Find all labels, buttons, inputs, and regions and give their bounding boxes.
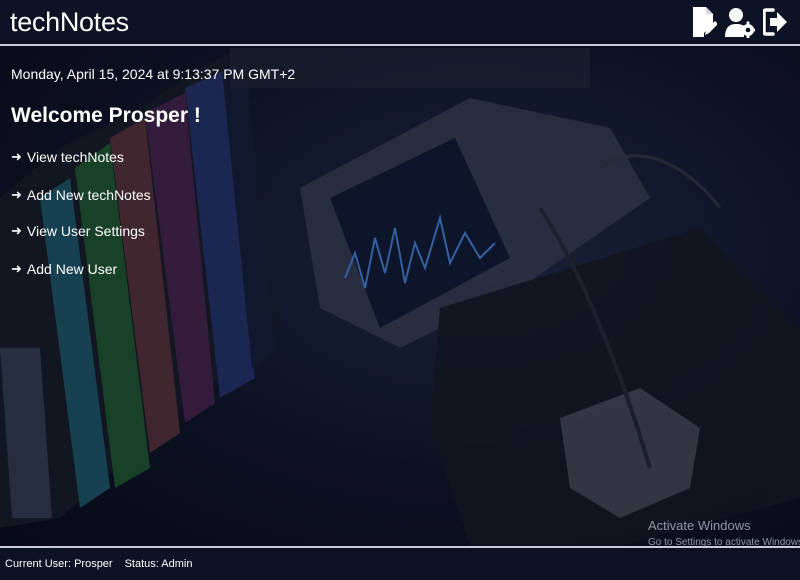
arrow-right-icon: ➜ bbox=[11, 149, 22, 164]
activate-windows-watermark: Activate Windows Go to Settings to activ… bbox=[648, 518, 800, 546]
arrow-right-icon: ➜ bbox=[11, 261, 22, 276]
new-note-icon bbox=[693, 7, 717, 37]
watermark-subtitle: Go to Settings to activate Windows. bbox=[648, 537, 800, 546]
user-settings-icon bbox=[725, 8, 755, 38]
new-note-button[interactable] bbox=[688, 4, 720, 40]
logout-button[interactable] bbox=[760, 4, 792, 40]
add-note-link[interactable]: ➜ Add New techNotes bbox=[11, 187, 311, 203]
arrow-right-icon: ➜ bbox=[11, 187, 22, 202]
current-datetime: Monday, April 15, 2024 at 9:13:37 PM GMT… bbox=[11, 66, 296, 82]
user-status-label: Status: Admin bbox=[124, 558, 193, 570]
app-header: techNotes bbox=[0, 0, 800, 46]
view-user-settings-link[interactable]: ➜ View User Settings bbox=[11, 223, 311, 239]
header-actions bbox=[688, 4, 792, 40]
add-user-link[interactable]: ➜ Add New User bbox=[11, 261, 311, 277]
app-title-link[interactable]: techNotes bbox=[10, 7, 129, 38]
view-notes-link[interactable]: ➜ View techNotes bbox=[11, 149, 311, 165]
watermark-title: Activate Windows bbox=[648, 518, 751, 533]
link-label: Add New User bbox=[26, 261, 118, 277]
link-label: View User Settings bbox=[26, 223, 145, 239]
user-settings-button[interactable] bbox=[724, 4, 756, 40]
welcome-heading: Welcome Prosper ! bbox=[11, 104, 201, 127]
arrow-right-icon: ➜ bbox=[11, 223, 22, 238]
welcome-section: Monday, April 15, 2024 at 9:13:37 PM GMT… bbox=[0, 48, 800, 546]
link-label: View techNotes bbox=[26, 149, 124, 165]
app-footer: Current User: Prosper Status: Admin bbox=[0, 546, 800, 580]
current-user-label: Current User: Prosper bbox=[5, 558, 113, 570]
link-label: Add New techNotes bbox=[26, 187, 151, 203]
logout-icon bbox=[763, 8, 787, 36]
